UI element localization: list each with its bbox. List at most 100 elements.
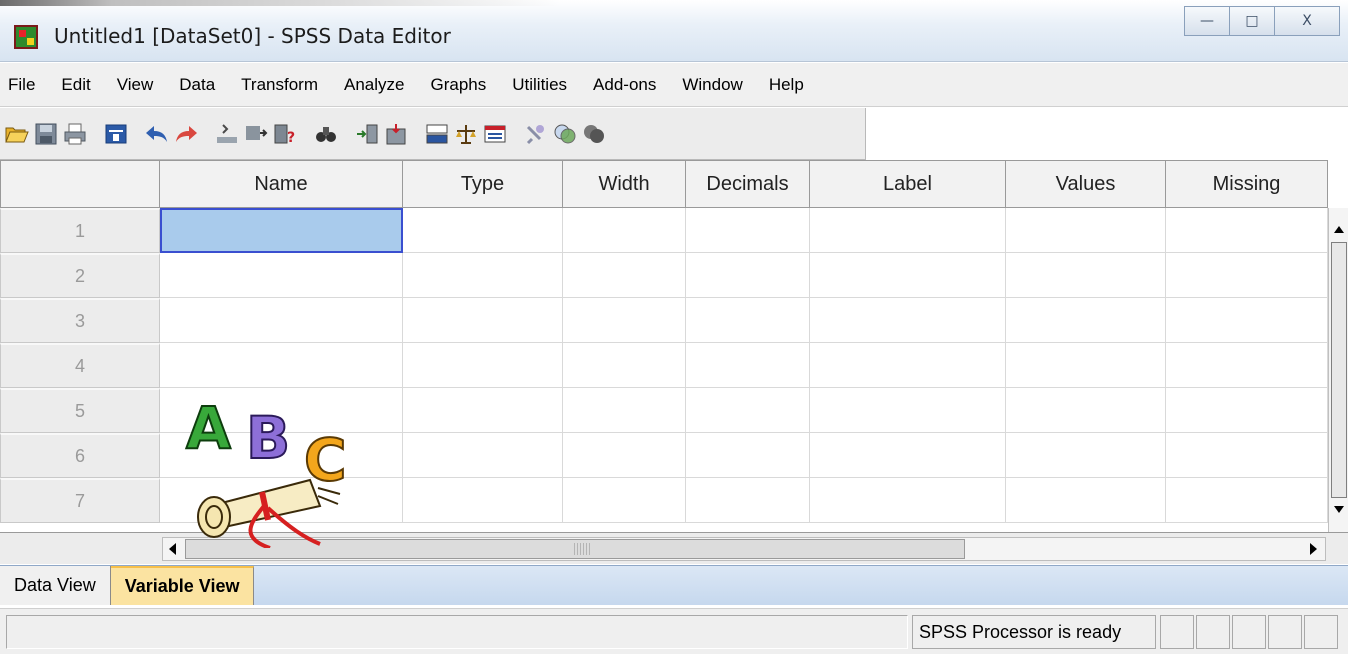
grid-corner[interactable] [0,160,160,208]
label-cell[interactable] [810,343,1006,388]
row-header[interactable]: 4 [0,343,160,388]
label-cell[interactable] [810,253,1006,298]
width-cell[interactable] [563,388,686,433]
undo-icon[interactable] [144,121,170,147]
missing-cell[interactable] [1166,388,1328,433]
menu-view[interactable]: View [104,75,167,95]
close-button[interactable]: X [1274,6,1340,36]
dialog-recall-icon[interactable] [103,121,129,147]
type-cell[interactable] [403,208,563,253]
width-cell[interactable] [563,433,686,478]
column-header-width[interactable]: Width [563,160,686,208]
menu-add-ons[interactable]: Add-ons [580,75,669,95]
type-cell[interactable] [403,343,563,388]
values-cell[interactable] [1006,433,1166,478]
decimals-cell[interactable] [686,388,810,433]
menu-edit[interactable]: Edit [48,75,103,95]
missing-cell[interactable] [1166,478,1328,523]
menu-help[interactable]: Help [756,75,817,95]
name-cell-selected[interactable] [160,208,403,253]
scroll-down-icon[interactable] [1334,506,1344,513]
width-cell[interactable] [563,478,686,523]
menu-graphs[interactable]: Graphs [417,75,499,95]
label-cell[interactable] [810,298,1006,343]
type-cell[interactable] [403,433,563,478]
show-all-variables-icon[interactable] [581,121,607,147]
insert-cases-icon[interactable] [354,121,380,147]
width-cell[interactable] [563,253,686,298]
print-icon[interactable] [62,121,88,147]
missing-cell[interactable] [1166,343,1328,388]
menu-utilities[interactable]: Utilities [499,75,580,95]
type-cell[interactable] [403,388,563,433]
values-cell[interactable] [1006,388,1166,433]
open-folder-icon[interactable] [4,121,30,147]
width-cell[interactable] [563,298,686,343]
values-cell[interactable] [1006,343,1166,388]
type-cell[interactable] [403,298,563,343]
row-header[interactable]: 5 [0,388,160,433]
column-header-values[interactable]: Values [1006,160,1166,208]
vertical-scroll-thumb[interactable] [1331,242,1347,498]
decimals-cell[interactable] [686,298,810,343]
decimals-cell[interactable] [686,433,810,478]
find-icon[interactable] [313,121,339,147]
decimals-cell[interactable] [686,478,810,523]
width-cell[interactable] [563,343,686,388]
name-cell[interactable] [160,343,403,388]
column-header-type[interactable]: Type [403,160,563,208]
scroll-left-icon[interactable] [169,543,176,555]
menu-analyze[interactable]: Analyze [331,75,417,95]
scroll-right-icon[interactable] [1310,543,1317,555]
decimals-cell[interactable] [686,208,810,253]
weight-cases-icon[interactable] [453,121,479,147]
value-labels-icon[interactable] [523,121,549,147]
missing-cell[interactable] [1166,208,1328,253]
values-cell[interactable] [1006,208,1166,253]
type-cell[interactable] [403,478,563,523]
column-header-label[interactable]: Label [810,160,1006,208]
select-cases-icon[interactable] [482,121,508,147]
label-cell[interactable] [810,478,1006,523]
insert-variable-icon[interactable] [383,121,409,147]
row-header[interactable]: 6 [0,433,160,478]
column-header-missing[interactable]: Missing [1166,160,1328,208]
missing-cell[interactable] [1166,298,1328,343]
goto-variable-icon[interactable] [243,121,269,147]
decimals-cell[interactable] [686,343,810,388]
spss-app-icon[interactable] [14,25,38,49]
vertical-scrollbar[interactable] [1328,208,1348,532]
name-cell[interactable] [160,298,403,343]
menu-transform[interactable]: Transform [228,75,331,95]
row-header[interactable]: 2 [0,253,160,298]
decimals-cell[interactable] [686,253,810,298]
column-header-name[interactable]: Name [160,160,403,208]
width-cell[interactable] [563,208,686,253]
row-header[interactable]: 7 [0,478,160,523]
minimize-button[interactable]: — [1184,6,1230,36]
name-cell[interactable] [160,253,403,298]
label-cell[interactable] [810,433,1006,478]
maximize-button[interactable]: □ [1229,6,1275,36]
label-cell[interactable] [810,388,1006,433]
type-cell[interactable] [403,253,563,298]
menu-file[interactable]: File [0,75,48,95]
row-header[interactable]: 1 [0,208,160,253]
split-file-icon[interactable] [424,121,450,147]
menu-window[interactable]: Window [669,75,755,95]
missing-cell[interactable] [1166,253,1328,298]
tab-data-view[interactable]: Data View [0,566,111,605]
redo-icon[interactable] [173,121,199,147]
save-icon[interactable] [33,121,59,147]
scroll-up-icon[interactable] [1334,226,1344,233]
goto-case-icon[interactable] [214,121,240,147]
variables-icon[interactable]: ? [272,121,298,147]
row-header[interactable]: 3 [0,298,160,343]
values-cell[interactable] [1006,478,1166,523]
tab-variable-view[interactable]: Variable View [110,566,255,605]
missing-cell[interactable] [1166,433,1328,478]
column-header-decimals[interactable]: Decimals [686,160,810,208]
values-cell[interactable] [1006,298,1166,343]
values-cell[interactable] [1006,253,1166,298]
use-sets-icon[interactable] [552,121,578,147]
